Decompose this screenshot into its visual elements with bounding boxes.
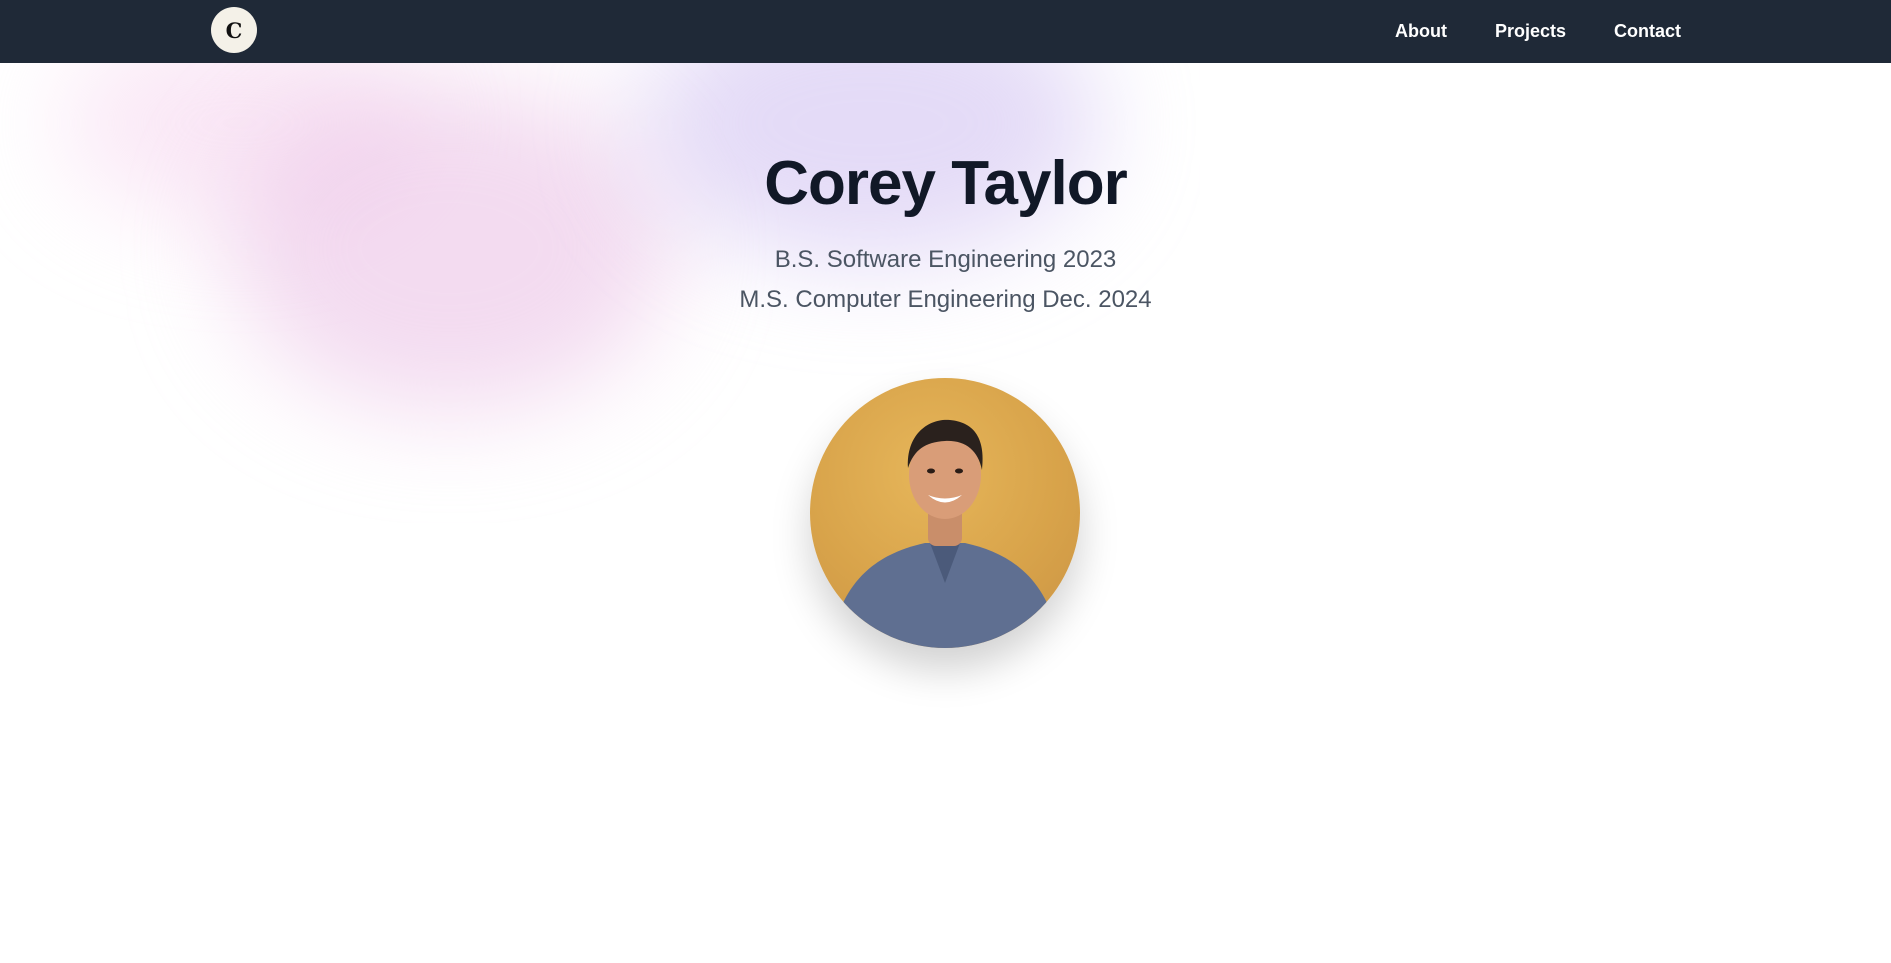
degree-bs: B.S. Software Engineering 2023 (774, 246, 1117, 273)
nav-link-contact[interactable]: Contact (1614, 21, 1681, 42)
profile-photo (810, 378, 1080, 648)
nav-link-about[interactable]: About (1395, 21, 1447, 42)
degree-ms: M.S. Computer Engineering Dec. 2024 (739, 286, 1152, 313)
nav-links: About Projects Contact (1395, 0, 1681, 63)
logo-home-button[interactable]: C (211, 7, 257, 53)
top-navbar: C About Projects Contact (0, 0, 1891, 63)
profile-photo-illustration (830, 419, 1060, 648)
nav-link-projects[interactable]: Projects (1495, 21, 1566, 42)
monogram-c-icon: C (225, 17, 243, 43)
hero-name: Corey Taylor (764, 149, 1127, 218)
